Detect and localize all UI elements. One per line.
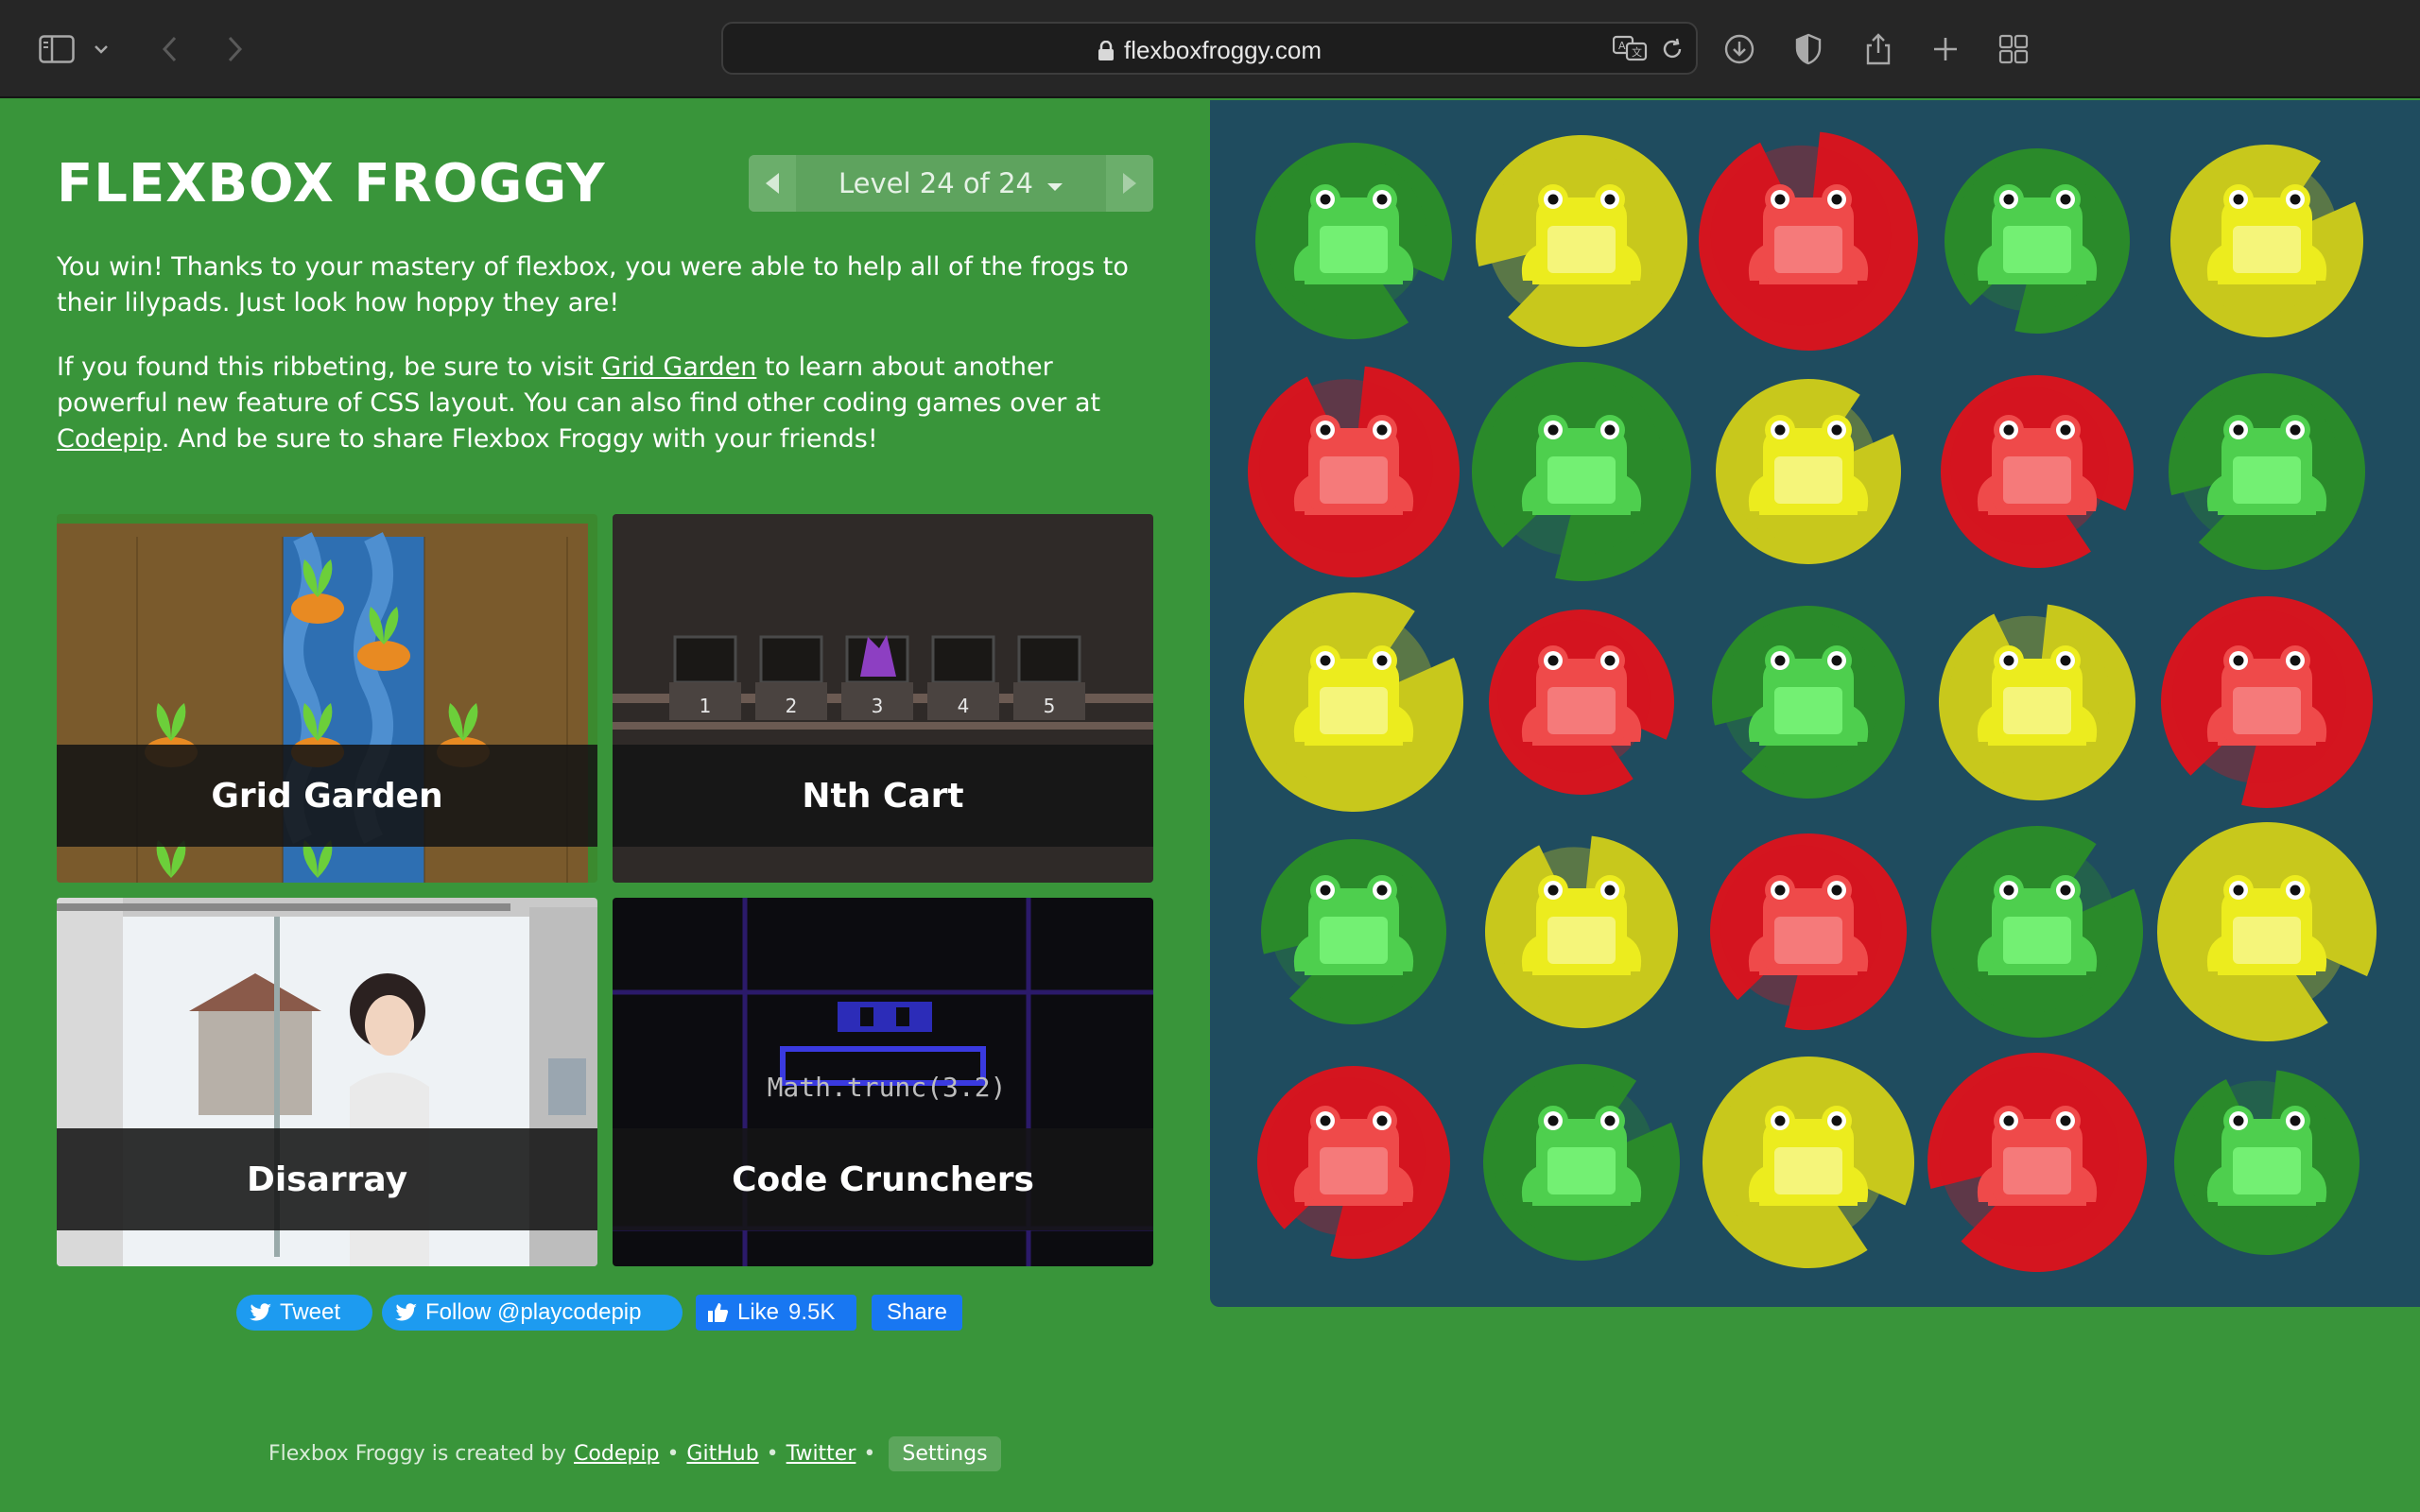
frog-red <box>1748 184 1869 284</box>
footer-separator: • <box>666 1441 680 1466</box>
level-indicator[interactable]: Level 24 of 24 <box>796 155 1106 212</box>
url-text: flexboxfroggy.com <box>1123 36 1322 64</box>
svg-text:A: A <box>1618 40 1626 52</box>
frog-yellow <box>2206 184 2327 284</box>
facebook-like-button[interactable]: Like 9.5K <box>696 1295 856 1331</box>
promo-message: If you found this ribbeting, be sure to … <box>57 350 1153 457</box>
frog-red <box>1977 1106 2098 1206</box>
frog-green <box>1521 415 1642 515</box>
frog-green <box>1748 645 1869 746</box>
frog-red <box>1293 1106 1414 1206</box>
back-icon[interactable] <box>151 30 189 68</box>
settings-button[interactable]: Settings <box>889 1435 1001 1471</box>
sidebar-icon[interactable] <box>38 30 76 68</box>
footer-separator: • <box>766 1441 779 1466</box>
game-card-code-crunchers[interactable]: Math.trunc(3.2) Code Crunchers <box>613 898 1153 1266</box>
codepip-link[interactable]: Codepip <box>57 424 162 454</box>
cart-numbers: 1 2 3 4 5 <box>700 695 1056 717</box>
game-card-grid-garden[interactable]: Grid Garden <box>57 514 597 883</box>
frog-red <box>1748 875 1869 975</box>
frog-yellow <box>1977 645 2098 746</box>
game-card-nth-cart[interactable]: 1 2 3 4 5 Nth Cart <box>613 514 1153 883</box>
code-expression-text: Math.trunc(3.2) <box>768 1072 1007 1103</box>
footer: Flexbox Froggy is created by Codepip • G… <box>268 1435 1001 1472</box>
frog-red <box>2206 645 2327 746</box>
frog-green <box>1293 184 1414 284</box>
frog-yellow <box>1521 875 1642 975</box>
like-label: Like <box>737 1299 780 1325</box>
browser-toolbar: flexboxfroggy.com A文 <box>0 0 2420 98</box>
cart-number: 4 <box>958 695 970 717</box>
game-card-title: Code Crunchers <box>613 1128 1153 1230</box>
lock-icon <box>1098 41 1115 61</box>
frog-green <box>2206 415 2327 515</box>
promo-text-3: . And be sure to share Flexbox Froggy wi… <box>161 424 878 454</box>
download-icon[interactable] <box>1720 30 1758 68</box>
game-card-title: Disarray <box>57 1128 597 1230</box>
share-label: Share <box>886 1299 948 1325</box>
frog-yellow <box>1748 1106 1869 1206</box>
follow-label: Follow @playcodepip <box>425 1299 642 1325</box>
twitter-bird-icon <box>250 1303 272 1322</box>
frog-yellow <box>2206 875 2327 975</box>
cart-number: 2 <box>786 695 798 717</box>
frog-red <box>1977 415 2098 515</box>
forward-icon[interactable] <box>216 30 253 68</box>
svg-text:文: 文 <box>1632 45 1642 59</box>
tweet-label: Tweet <box>280 1299 341 1325</box>
promo-text-1: If you found this ribbeting, be sure to … <box>57 352 602 382</box>
frog-green <box>1521 1106 1642 1206</box>
pond-grid <box>1244 131 2377 1273</box>
reload-icon[interactable] <box>1660 37 1685 61</box>
footer-github-link[interactable]: GitHub <box>686 1442 758 1466</box>
previous-level-button[interactable] <box>749 155 796 212</box>
share-icon[interactable] <box>1859 30 1897 68</box>
cart-number: 1 <box>700 695 712 717</box>
code-expression: Math.trunc(3.2) <box>768 1072 1007 1103</box>
footer-credit: Flexbox Froggy is created by <box>268 1441 567 1466</box>
footer-twitter-link[interactable]: Twitter <box>786 1442 856 1466</box>
footer-codepip-link[interactable]: Codepip <box>574 1442 659 1466</box>
frog-green <box>1977 184 2098 284</box>
frog-green <box>1293 875 1414 975</box>
frog-yellow <box>1521 184 1642 284</box>
frog-yellow <box>1748 415 1869 515</box>
page-title: FLEXBOX FROGGY <box>57 153 606 215</box>
game-card-disarray[interactable]: Disarray <box>57 898 597 1266</box>
thumbs-up-icon <box>707 1301 730 1324</box>
caret-down-icon <box>1046 167 1063 199</box>
twitter-bird-icon <box>395 1303 418 1322</box>
grid-garden-link[interactable]: Grid Garden <box>601 352 756 382</box>
frog-green <box>1977 875 2098 975</box>
tweet-button[interactable]: Tweet <box>236 1295 372 1331</box>
footer-separator: • <box>863 1441 876 1466</box>
win-message: You win! Thanks to your mastery of flexb… <box>57 252 1129 318</box>
new-tab-icon[interactable] <box>1927 30 1964 68</box>
frog-yellow <box>1293 645 1414 746</box>
level-navigator: Level 24 of 24 <box>749 155 1153 212</box>
cart-number: 3 <box>872 695 884 717</box>
url-display[interactable]: flexboxfroggy.com <box>723 36 1696 65</box>
like-count: 9.5K <box>788 1299 836 1325</box>
level-label: Level 24 of 24 <box>838 167 1033 199</box>
frog-red <box>1521 645 1642 746</box>
shield-icon[interactable] <box>1789 30 1827 68</box>
cart-number: 5 <box>1044 695 1056 717</box>
next-level-button[interactable] <box>1106 155 1153 212</box>
address-bar[interactable]: flexboxfroggy.com A文 <box>721 22 1698 75</box>
translate-icon[interactable]: A文 <box>1613 35 1649 61</box>
facebook-share-button[interactable]: Share <box>872 1295 962 1331</box>
game-card-title: Nth Cart <box>613 745 1153 847</box>
chevron-down-icon[interactable] <box>87 30 115 68</box>
pond-board <box>1210 100 2420 1307</box>
follow-button[interactable]: Follow @playcodepip <box>382 1295 683 1331</box>
frog-green <box>2206 1106 2327 1206</box>
frog-red <box>1293 415 1414 515</box>
tab-overview-icon[interactable] <box>1995 30 2032 68</box>
game-card-title: Grid Garden <box>57 745 597 847</box>
